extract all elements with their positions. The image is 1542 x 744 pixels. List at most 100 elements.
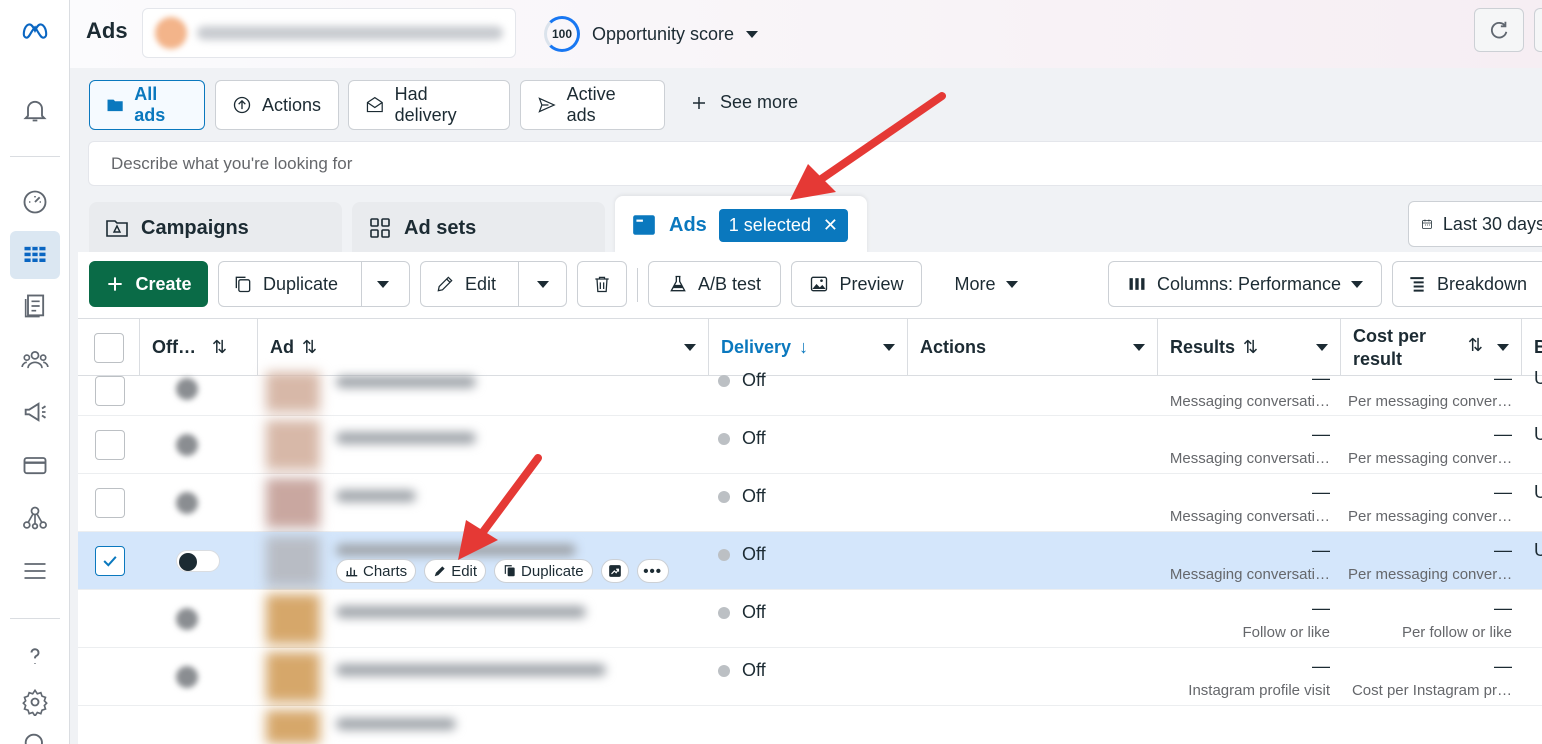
table-row[interactable]: Off — Messaging conversati… — Per messag… xyxy=(78,368,1542,416)
see-more-filters-button[interactable]: See more xyxy=(690,92,798,113)
chevron-down-icon[interactable] xyxy=(883,344,895,351)
ad-name-redacted xyxy=(336,664,606,676)
column-header-delivery[interactable]: Delivery ↓ xyxy=(709,319,908,376)
create-button[interactable]: Create xyxy=(89,261,208,307)
column-header-off-on[interactable]: Off… ⇅ xyxy=(140,319,258,376)
results-type: Messaging conversati… xyxy=(1169,508,1330,525)
ad-name-redacted xyxy=(336,544,576,556)
date-range-picker[interactable]: Last 30 days xyxy=(1408,201,1542,247)
selected-count-badge[interactable]: 1 selected ✕ xyxy=(718,208,848,242)
results-value: — xyxy=(1312,598,1330,618)
topbar-overflow-button[interactable] xyxy=(1534,8,1542,52)
tab-campaigns[interactable]: Campaigns xyxy=(89,202,342,254)
all-tools-menu-icon[interactable] xyxy=(17,553,53,589)
chevron-down-icon xyxy=(746,30,759,38)
filter-actions[interactable]: Actions xyxy=(215,80,339,130)
calendar-icon xyxy=(1422,219,1432,229)
row-checkbox[interactable] xyxy=(95,376,125,406)
help-question-icon[interactable] xyxy=(17,638,53,674)
duplicate-dropdown-chevron-icon[interactable] xyxy=(377,281,389,288)
notifications-bell-icon[interactable] xyxy=(17,92,53,128)
column-header-actions[interactable]: Actions xyxy=(908,319,1158,376)
settings-gear-icon[interactable] xyxy=(17,684,53,720)
more-button[interactable]: More xyxy=(932,261,1040,307)
tab-ad-sets[interactable]: Ad sets xyxy=(352,202,605,254)
sort-descending-arrow-icon[interactable]: ↓ xyxy=(799,337,808,358)
close-icon[interactable]: ✕ xyxy=(823,215,838,236)
column-header-ad[interactable]: Ad ⇅ xyxy=(258,319,709,376)
row-checkbox[interactable] xyxy=(95,430,125,460)
pencil-icon xyxy=(437,276,453,292)
dashboard-gauge-icon[interactable] xyxy=(17,184,53,220)
duplicate-button[interactable]: Duplicate xyxy=(218,261,410,307)
table-row-selected[interactable]: Charts Edit Duplicate ••• Off — Messagin… xyxy=(78,532,1542,590)
pages-icon[interactable] xyxy=(17,288,53,324)
ad-name-redacted xyxy=(336,376,476,388)
ad-account-selector[interactable] xyxy=(142,8,516,58)
ad-window-icon xyxy=(633,215,655,235)
flask-icon xyxy=(670,275,686,292)
delete-button[interactable] xyxy=(577,261,627,307)
table-row[interactable]: Off — Follow or like — Per follow or lik… xyxy=(78,590,1542,648)
results-type: Messaging conversati… xyxy=(1169,566,1330,583)
delivery-status: Off xyxy=(718,428,766,449)
columns-dropdown[interactable]: Columns: Performance xyxy=(1108,261,1382,307)
row-view-chart-button[interactable] xyxy=(600,559,629,583)
row-duplicate-button[interactable]: Duplicate xyxy=(494,559,593,583)
duplicate-icon xyxy=(235,276,251,293)
table-row[interactable] xyxy=(78,706,1542,744)
sort-icon[interactable]: ⇅ xyxy=(302,337,317,358)
meta-logo-icon[interactable] xyxy=(17,12,53,48)
cost-per-result-value: — xyxy=(1494,598,1512,618)
opportunity-score-dropdown[interactable]: 100 Opportunity score xyxy=(544,16,759,52)
table-row[interactable]: Off — Instagram profile visit — Cost per… xyxy=(78,648,1542,706)
refresh-button[interactable] xyxy=(1474,8,1524,52)
ad-name-redacted xyxy=(336,432,476,444)
table-row[interactable]: Off — Messaging conversati… — Per messag… xyxy=(78,416,1542,474)
edit-button[interactable]: Edit xyxy=(420,261,567,307)
cost-per-result-value: — xyxy=(1494,424,1512,444)
row-edit-button[interactable]: Edit xyxy=(424,559,487,583)
ads-manager-table-icon[interactable] xyxy=(10,231,60,279)
row-status-toggle[interactable] xyxy=(176,666,198,688)
ad-thumbnail-redacted xyxy=(266,652,320,702)
search-icon[interactable] xyxy=(17,726,53,744)
ab-test-button[interactable]: A/B test xyxy=(648,261,781,307)
edit-dropdown-chevron-icon[interactable] xyxy=(537,281,549,288)
charts-button[interactable]: Charts xyxy=(336,559,417,583)
chevron-down-icon[interactable] xyxy=(684,344,696,351)
breakdown-dropdown[interactable]: Breakdown xyxy=(1392,261,1542,307)
tab-ads[interactable]: Ads 1 selected ✕ xyxy=(615,196,867,254)
audiences-people-icon[interactable] xyxy=(17,342,53,378)
chevron-down-icon[interactable] xyxy=(1133,344,1145,351)
breakdown-icon xyxy=(1410,277,1424,292)
filter-all-ads[interactable]: All ads xyxy=(89,80,205,130)
sort-icon[interactable]: ⇅ xyxy=(1243,337,1258,358)
more-options-icon[interactable]: ••• xyxy=(636,559,669,583)
row-status-toggle[interactable] xyxy=(176,550,220,572)
row-status-toggle[interactable] xyxy=(176,378,198,400)
select-all-checkbox[interactable] xyxy=(93,332,124,363)
billing-card-icon[interactable] xyxy=(17,447,53,483)
chevron-down-icon[interactable] xyxy=(1497,344,1509,351)
table-row[interactable]: Off — Messaging conversati… — Per messag… xyxy=(78,474,1542,532)
sort-icon[interactable]: ⇅ xyxy=(212,337,227,358)
page-title: Ads xyxy=(86,18,128,43)
bar-chart-icon xyxy=(346,567,358,577)
search-input[interactable]: Describe what you're looking for xyxy=(88,141,1542,186)
plus-icon xyxy=(108,277,123,291)
row-status-toggle[interactable] xyxy=(176,492,198,514)
row-status-toggle[interactable] xyxy=(176,434,198,456)
sort-icon[interactable]: ⇅ xyxy=(1468,335,1483,356)
campaign-megaphone-icon[interactable] xyxy=(17,394,53,430)
checkmark-icon xyxy=(103,556,117,567)
row-status-toggle[interactable] xyxy=(176,608,198,630)
send-icon xyxy=(538,97,556,113)
row-checkbox[interactable] xyxy=(95,488,125,518)
filter-active-ads[interactable]: Active ads xyxy=(520,80,665,130)
filter-had-delivery[interactable]: Had delivery xyxy=(348,80,510,130)
preview-button[interactable]: Preview xyxy=(791,261,922,307)
row-checkbox-checked[interactable] xyxy=(95,546,125,576)
events-manager-icon[interactable] xyxy=(17,500,53,536)
chevron-down-icon[interactable] xyxy=(1316,344,1328,351)
